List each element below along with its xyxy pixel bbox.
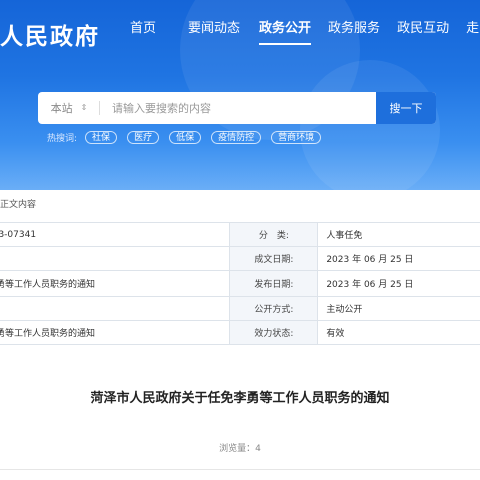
chevron-updown-icon: ⇕ (80, 103, 88, 112)
info-label: 成文日期: (229, 246, 319, 271)
view-count: 浏览量：4 (219, 444, 261, 454)
table-row: 李勇等工作人员职务的通知 发布日期: 2023 年 06 月 25 日 (0, 270, 480, 297)
search-bar: 本站 ⇕ 搜一下 (38, 92, 436, 124)
banner-decoration (300, 60, 440, 190)
hot-word-tag[interactable]: 营商环境 (271, 131, 322, 144)
table-row: 成文日期: 2023 年 06 月 25 日 (0, 246, 480, 271)
info-value: 李勇等工作人员职务的通知 (0, 270, 231, 297)
nav-item-home[interactable]: 首页 (130, 18, 156, 40)
main-nav: 首页 要闻动态 政务公开 政务服务 政民互动 走 (130, 18, 479, 45)
hot-word-tag[interactable]: 社保 (85, 131, 118, 144)
info-value: 2023 年 06 月 25 日 (317, 270, 480, 297)
table-row: 023-07341 分 类: 人事任免 (0, 222, 480, 247)
search-scope-label: 本站 (50, 102, 73, 115)
nav-item-interaction[interactable]: 政民互动 (397, 18, 449, 40)
header-banner: 人民政府 首页 要闻动态 政务公开 政务服务 政民互动 走 本站 ⇕ 搜一下 热… (0, 0, 480, 190)
info-label: 公开方式: (229, 296, 319, 321)
table-row: 李勇等工作人员职务的通知 效力状态: 有效 (0, 320, 480, 345)
nav-item-services[interactable]: 政务服务 (328, 18, 380, 40)
hot-word-tag[interactable]: 低保 (169, 131, 202, 144)
document-info-table: 023-07341 分 类: 人事任免 成文日期: 2023 年 06 月 25… (0, 222, 480, 345)
info-label: 效力状态: (229, 320, 319, 345)
hot-words-label: 热搜词: (47, 134, 78, 144)
info-label: 分 类: (229, 222, 319, 247)
search-input[interactable] (100, 92, 376, 124)
info-value: 023-07341 (0, 222, 231, 247)
info-value (0, 296, 231, 321)
info-value: 2023 年 06 月 25 日 (317, 246, 480, 271)
document-title: 菏泽市人民政府关于任免李勇等工作人员职务的通知 (90, 391, 390, 406)
hot-word-tag[interactable]: 医疗 (127, 131, 160, 144)
search-scope-select[interactable]: 本站 ⇕ (38, 92, 100, 124)
info-value: 主动公开 (317, 296, 480, 321)
site-title[interactable]: 人民政府 (0, 17, 100, 51)
divider (0, 469, 480, 470)
table-row: 公开方式: 主动公开 (0, 296, 480, 321)
nav-item-more[interactable]: 走 (466, 18, 479, 40)
nav-item-gov-affairs[interactable]: 政务公开 (259, 18, 312, 45)
breadcrumb: 正文内容 (0, 200, 37, 210)
info-value (0, 246, 231, 271)
info-value: 有效 (317, 320, 480, 345)
hot-word-tag[interactable]: 疫情防控 (211, 131, 262, 144)
nav-item-news[interactable]: 要闻动态 (188, 18, 240, 40)
hot-words: 热搜词: 社保 医疗 低保 疫情防控 营商环境 (47, 131, 331, 144)
info-label: 发布日期: (229, 270, 319, 297)
search-button[interactable]: 搜一下 (376, 92, 436, 124)
info-value: 李勇等工作人员职务的通知 (0, 320, 231, 345)
info-value: 人事任免 (317, 222, 480, 247)
